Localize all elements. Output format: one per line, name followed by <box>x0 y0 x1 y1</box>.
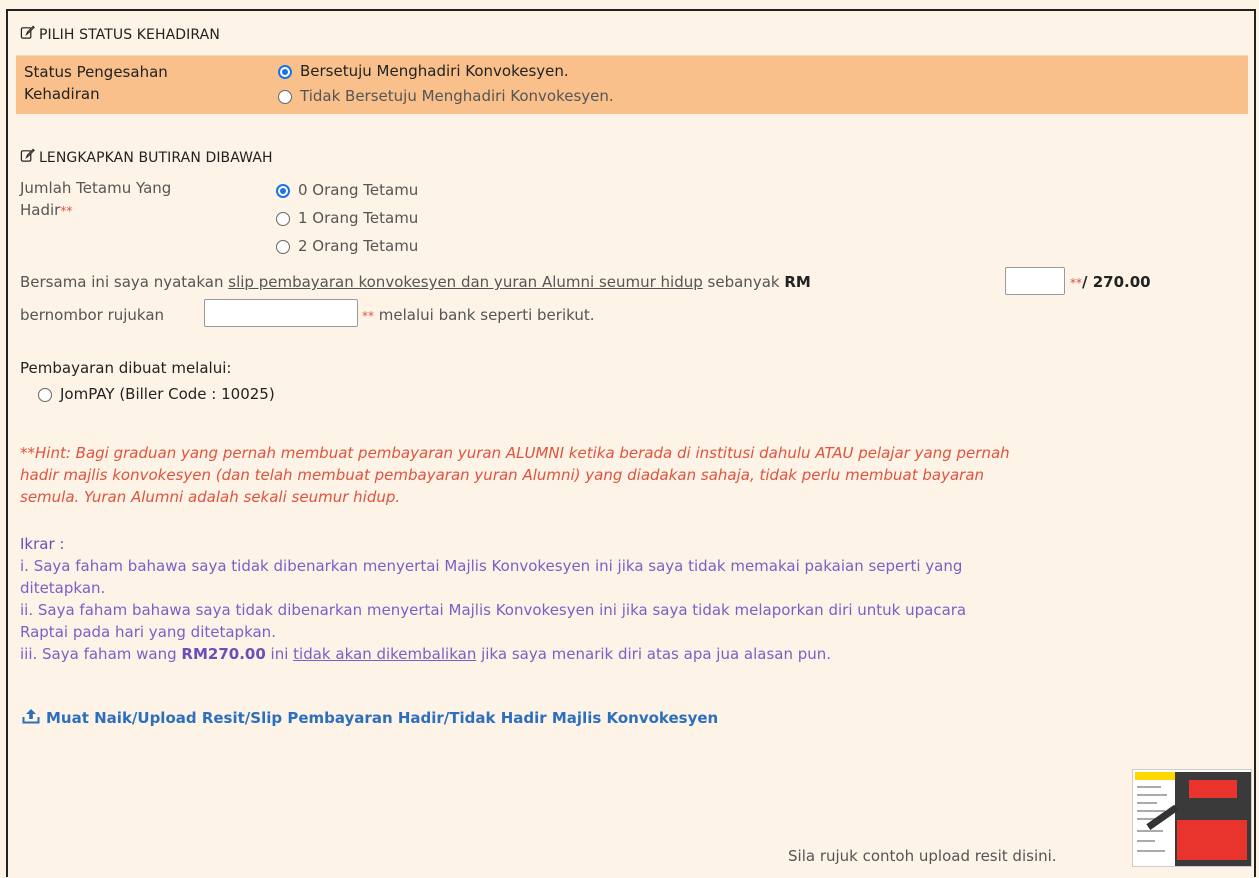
radio-button[interactable] <box>276 239 290 254</box>
reference-suffix-text: melalui bank seperti berikut. <box>374 306 595 324</box>
amount-input[interactable] <box>1005 267 1065 295</box>
pledge-line: iii. Saya faham wang RM270.00 ini tidak … <box>20 643 1248 665</box>
reference-number-input[interactable] <box>204 299 358 327</box>
hint-text: **Hint: Bagi graduan yang pernah membuat… <box>20 442 1248 508</box>
section-status-title: PILIH STATUS KEHADIRAN <box>39 26 220 43</box>
payment-statement: Bersama ini saya nyatakan slip pembayara… <box>20 273 811 291</box>
payment-slip-link[interactable]: slip pembayaran konvokesyen dan yuran Al… <box>228 273 703 291</box>
pledge-line: Raptai pada hari yang ditetapkan. <box>20 623 276 641</box>
amount-total: **/ 270.00 <box>1070 273 1151 291</box>
reference-label: bernombor rujukan <box>20 306 165 324</box>
section-details-header: LENGKAPKAN BUTIRAN DIBAWAH <box>20 148 273 167</box>
upload-receipt-link[interactable]: Muat Naik/Upload Resit/Slip Pembayaran H… <box>22 708 718 728</box>
payment-statement-text: Bersama ini saya nyatakan <box>20 273 229 291</box>
pledge-text: iii. Saya faham wang <box>20 645 182 663</box>
payment-method-heading: Pembayaran dibuat melalui: <box>20 359 232 377</box>
radio-guest-1[interactable]: 1 Orang Tetamu <box>276 209 418 227</box>
pledge-line: ditetapkan. <box>20 579 106 597</box>
required-mark: ** <box>1070 276 1082 290</box>
example-receipt-label: Sila rujuk contoh upload resit disini. <box>788 847 1057 865</box>
section-status-header: PILIH STATUS KEHADIRAN <box>20 25 220 44</box>
reference-suffix: ** melalui bank seperti berikut. <box>362 306 595 324</box>
pledge-line: ii. Saya faham bahawa saya tidak dibenar… <box>20 601 967 619</box>
hint-line: **Hint: Bagi graduan yang pernah membuat… <box>20 444 1010 462</box>
radio-guest-2-label: 2 Orang Tetamu <box>298 237 419 255</box>
pledge-line: i. Saya faham bahawa saya tidak dibenark… <box>20 557 963 575</box>
edit-icon <box>20 148 35 167</box>
guest-label-line2: Hadir <box>20 201 61 219</box>
guest-label-line1: Jumlah Tetamu Yang <box>20 179 172 197</box>
payment-statement-text2: sebanyak <box>702 273 785 291</box>
status-label-line1: Status Pengesahan <box>24 63 168 81</box>
required-mark: ** <box>362 309 374 323</box>
upload-icon <box>22 708 40 728</box>
attendance-status-row: Status Pengesahan Kehadiran Bersetuju Me… <box>16 55 1248 114</box>
hint-line: hadir majlis konvokesyen (dan telah memb… <box>20 466 985 484</box>
radio-attend-disagree[interactable]: Tidak Bersetuju Menghadiri Konvokesyen. <box>278 87 614 105</box>
radio-attend-agree[interactable]: Bersetuju Menghadiri Konvokesyen. <box>278 62 569 80</box>
currency-label: RM <box>784 273 811 291</box>
pledge-section: Ikrar : i. Saya faham bahawa saya tidak … <box>20 533 1248 665</box>
radio-guest-2[interactable]: 2 Orang Tetamu <box>276 237 418 255</box>
radio-button[interactable] <box>38 387 52 402</box>
convocation-form: PILIH STATUS KEHADIRAN Status Pengesahan… <box>6 9 1256 877</box>
radio-button[interactable] <box>276 211 290 226</box>
hint-line: semula. Yuran Alumni adalah sekali seumu… <box>20 488 401 506</box>
upload-receipt-label: Muat Naik/Upload Resit/Slip Pembayaran H… <box>46 709 719 727</box>
status-label-line2: Kehadiran <box>24 85 100 103</box>
radio-button[interactable] <box>278 89 292 104</box>
no-refund-link[interactable]: tidak akan dikembalikan <box>293 645 476 663</box>
example-receipt-thumbnail[interactable] <box>1132 769 1252 867</box>
radio-button-checked[interactable] <box>276 183 290 198</box>
radio-button-checked[interactable] <box>278 64 292 79</box>
radio-attend-disagree-label: Tidak Bersetuju Menghadiri Konvokesyen. <box>300 87 614 105</box>
amount-total-value: / 270.00 <box>1082 273 1151 291</box>
attendance-status-label: Status Pengesahan Kehadiran <box>24 61 254 105</box>
edit-icon <box>20 25 35 44</box>
section-details-title: LENGKAPKAN BUTIRAN DIBAWAH <box>39 149 273 166</box>
pledge-text: jika saya menarik diri atas apa jua alas… <box>476 645 832 663</box>
radio-guest-0-label: 0 Orang Tetamu <box>298 181 419 199</box>
radio-attend-agree-label: Bersetuju Menghadiri Konvokesyen. <box>300 62 569 80</box>
radio-jompay[interactable]: JomPAY (Biller Code : 10025) <box>38 385 275 403</box>
radio-guest-1-label: 1 Orang Tetamu <box>298 209 419 227</box>
guest-count-label: Jumlah Tetamu Yang Hadir** <box>20 177 171 222</box>
radio-jompay-label: JomPAY (Biller Code : 10025) <box>60 385 275 403</box>
required-mark: ** <box>60 204 73 218</box>
pledge-title: Ikrar : <box>20 535 65 553</box>
radio-guest-0[interactable]: 0 Orang Tetamu <box>276 181 418 199</box>
pledge-text: ini <box>265 645 294 663</box>
pledge-amount: RM270.00 <box>181 645 266 663</box>
